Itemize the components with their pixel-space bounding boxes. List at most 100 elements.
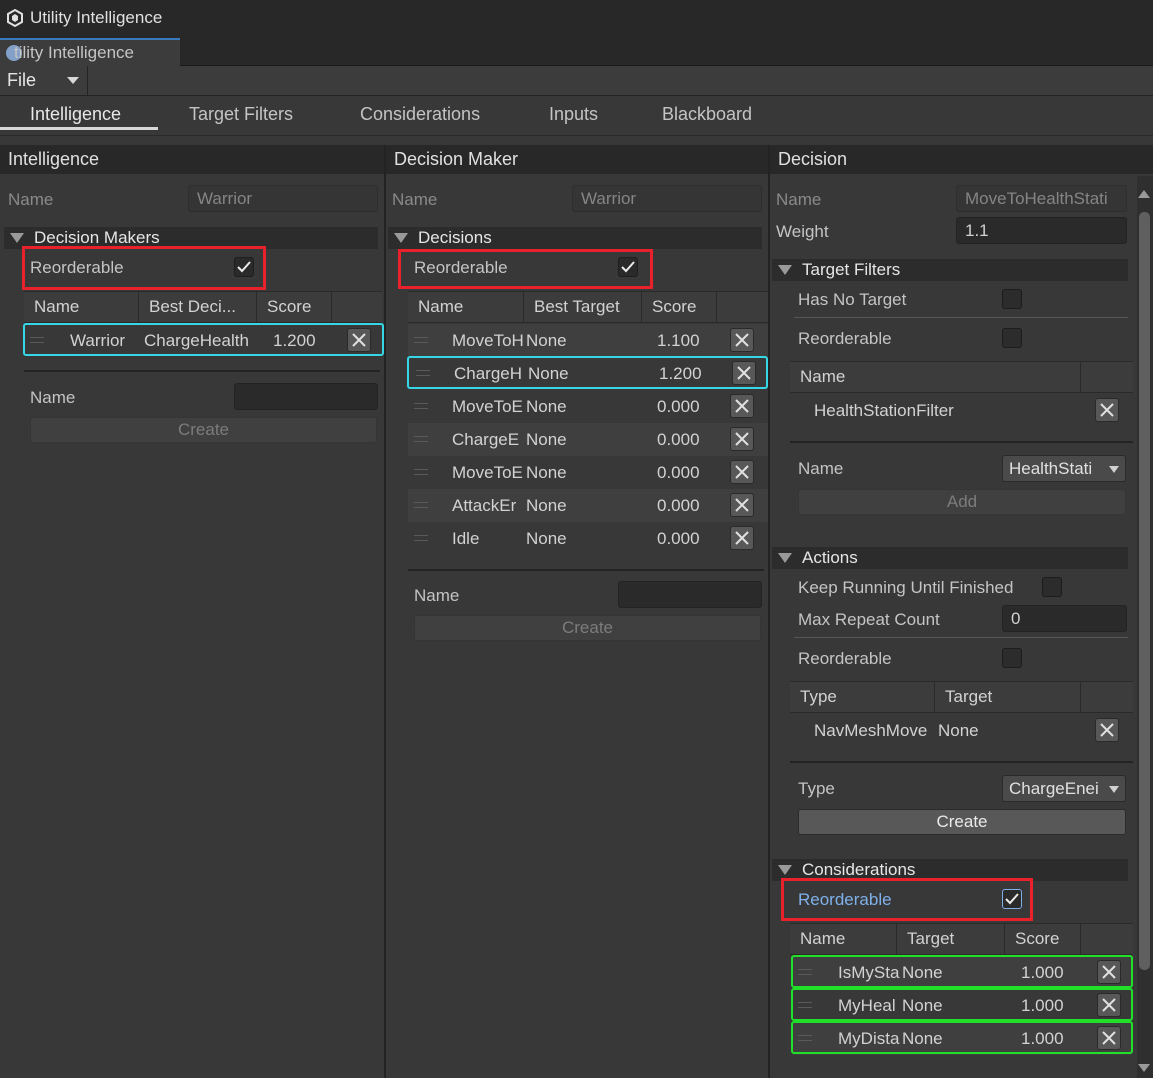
row-name: MoveToE [452, 396, 523, 416]
table-row[interactable]: MoveToE None 0.000 [408, 390, 768, 423]
remove-row-button[interactable] [730, 427, 754, 451]
remove-row-button[interactable] [730, 394, 754, 418]
divider [790, 441, 1133, 443]
window-titlebar: Utility Intelligence [0, 0, 1153, 36]
table-row[interactable]: ChargeE None 0.000 [408, 423, 768, 456]
table-row[interactable]: MoveToH None 1.100 [408, 324, 768, 357]
file-menu-label: File [7, 70, 37, 90]
row-target: None [526, 396, 567, 416]
remove-row-button[interactable] [1095, 718, 1119, 742]
tab-blackboard[interactable]: Blackboard [658, 104, 756, 125]
max-repeat-label: Max Repeat Count [798, 610, 940, 629]
reorderable-checkbox[interactable] [1002, 648, 1022, 668]
drag-handle-icon[interactable] [414, 436, 428, 442]
column-header-best-target[interactable]: Best Target [524, 292, 642, 322]
table-row[interactable]: NavMeshMove None [790, 714, 1133, 747]
add-button[interactable]: Add [798, 489, 1126, 515]
keep-running-checkbox[interactable] [1042, 577, 1062, 597]
highlight-outline [791, 988, 1133, 1021]
foldout-label: Decisions [418, 228, 492, 247]
row-score: 1.100 [657, 330, 700, 350]
column-header-score[interactable]: Score [642, 292, 717, 322]
divider [794, 637, 1128, 638]
add-filter-name-label: Name [798, 459, 844, 478]
target-filters-table-header: Name [790, 361, 1133, 393]
column-header-best-decision[interactable]: Best Deci... [139, 292, 257, 322]
row-target: None [526, 330, 567, 350]
column-header-target[interactable]: Target [935, 682, 1081, 712]
action-type-label: Type [798, 779, 835, 798]
reorderable-checkbox[interactable] [1002, 328, 1022, 348]
max-repeat-field[interactable]: 0 [1002, 605, 1127, 632]
target-filters-foldout[interactable]: Target Filters [772, 259, 1128, 281]
table-row[interactable]: MoveToE None 0.000 [408, 456, 768, 489]
new-decision-maker-name-field[interactable] [234, 383, 378, 410]
create-button[interactable]: Create [30, 417, 377, 443]
chevron-down-icon [1109, 466, 1119, 473]
divider [790, 761, 1133, 763]
has-no-target-checkbox[interactable] [1002, 289, 1022, 309]
action-type-dropdown[interactable]: ChargeEnei [1002, 775, 1126, 802]
decision-panel: Decision Name MoveToHealthStati Weight 1… [770, 145, 1153, 1078]
drag-handle-icon[interactable] [414, 337, 428, 343]
tab-inputs[interactable]: Inputs [545, 104, 602, 125]
column-header-target[interactable]: Target [897, 924, 1005, 954]
filter-type-dropdown[interactable]: HealthStati [1002, 455, 1126, 482]
close-icon [735, 399, 749, 413]
remove-row-button[interactable] [730, 328, 754, 352]
remove-row-button[interactable] [1095, 398, 1119, 422]
column-header-name[interactable]: Name [408, 292, 524, 322]
name-label: Name [8, 190, 54, 209]
intelligence-name-field[interactable]: Warrior [188, 185, 378, 212]
decisions-foldout[interactable]: Decisions [388, 227, 762, 249]
remove-row-button[interactable] [730, 460, 754, 484]
drag-handle-icon[interactable] [414, 502, 428, 508]
column-header-name[interactable]: Name [790, 362, 1081, 392]
drag-handle-icon[interactable] [414, 403, 428, 409]
row-name: MoveToE [452, 462, 523, 482]
weight-field[interactable]: 1.1 [956, 217, 1127, 244]
reorderable-label: Reorderable [798, 649, 892, 668]
new-decision-name-field[interactable] [618, 581, 762, 608]
column-header-score[interactable]: Score [257, 292, 332, 322]
actions-foldout[interactable]: Actions [772, 547, 1128, 569]
file-menu[interactable]: File [0, 66, 88, 95]
weight-label: Weight [776, 222, 829, 241]
remove-row-button[interactable] [730, 493, 754, 517]
table-row[interactable]: Idle None 0.000 [408, 522, 768, 555]
drag-handle-icon[interactable] [414, 535, 428, 541]
row-score: 0.000 [657, 495, 700, 515]
table-row[interactable]: HealthStationFilter [790, 394, 1133, 427]
create-button[interactable]: Create [414, 615, 761, 641]
document-tab[interactable]: tility Intelligence [0, 38, 180, 66]
column-header-name[interactable]: Name [790, 924, 897, 954]
column-header-type[interactable]: Type [790, 682, 935, 712]
table-row[interactable]: AttackEr None 0.000 [408, 489, 768, 522]
column-header-name[interactable]: Name [24, 292, 139, 322]
row-name: Idle [452, 528, 480, 548]
window-title: Utility Intelligence [30, 8, 163, 27]
panel-title: Decision [770, 145, 1153, 174]
create-action-button[interactable]: Create [798, 809, 1126, 835]
scrollbar-thumb[interactable] [1139, 212, 1150, 970]
document-tab-label: tility Intelligence [14, 43, 135, 62]
tab-intelligence[interactable]: Intelligence [26, 104, 125, 125]
decision-maker-name-field[interactable]: Warrior [572, 185, 762, 212]
scroll-down-arrow-icon[interactable] [1138, 1064, 1150, 1072]
actions-table-header: Type Target [790, 681, 1133, 713]
close-icon [735, 531, 749, 545]
selection-outline [407, 356, 768, 389]
divider [794, 317, 1128, 318]
decision-name-field[interactable]: MoveToHealthStati [956, 185, 1127, 212]
drag-handle-icon[interactable] [414, 469, 428, 475]
dropdown-value: ChargeEnei [1009, 778, 1099, 798]
scroll-up-arrow-icon[interactable] [1138, 190, 1150, 198]
highlight-box [398, 249, 653, 289]
name-label: Name [776, 190, 822, 209]
tab-considerations[interactable]: Considerations [356, 104, 484, 125]
column-header-score[interactable]: Score [1005, 924, 1081, 954]
foldout-label: Actions [802, 548, 858, 567]
foldout-label: Target Filters [802, 260, 901, 279]
remove-row-button[interactable] [730, 526, 754, 550]
tab-target-filters[interactable]: Target Filters [185, 104, 297, 125]
